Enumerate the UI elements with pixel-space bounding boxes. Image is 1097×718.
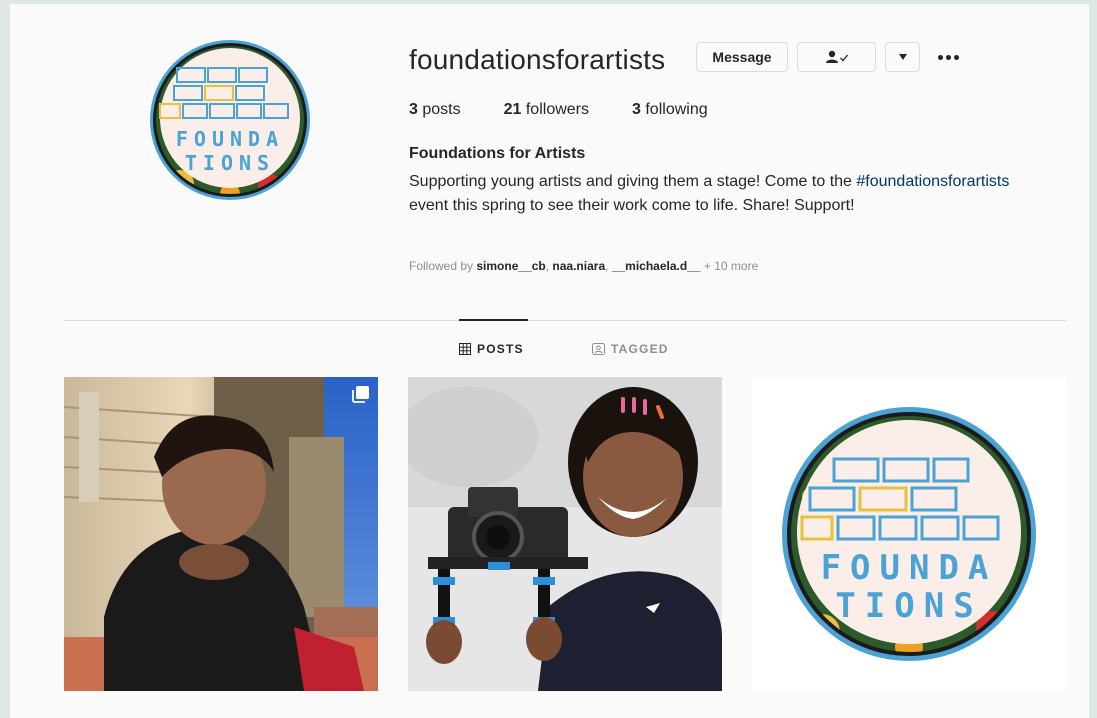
multiple-photos-icon xyxy=(352,386,369,403)
message-button[interactable]: Message xyxy=(696,42,788,72)
post-2-photo xyxy=(408,377,722,691)
followed-by-prefix: Followed by xyxy=(409,259,477,273)
following-stat[interactable]: 3 following xyxy=(632,101,708,119)
profile-full-name: Foundations for Artists xyxy=(409,145,586,162)
profile-stats: 3 posts 21 followers 3 following xyxy=(409,101,751,119)
post-3-logo-line2: TIONS xyxy=(835,586,982,626)
post-1-photo xyxy=(64,377,378,691)
post-thumbnail-3[interactable]: FOUNDA TIONS xyxy=(752,377,1066,691)
avatar-logo-line2: TIONS xyxy=(185,151,275,175)
profile-username: foundationsforartists xyxy=(409,44,666,75)
tab-posts-label: POSTS xyxy=(477,342,524,356)
bio-text-1: Supporting young artists and giving them… xyxy=(409,173,857,190)
more-options-icon[interactable] xyxy=(933,46,963,68)
profile-avatar[interactable]: FOUNDA TIONS xyxy=(140,34,322,206)
post-3-logo-image: FOUNDA TIONS xyxy=(782,407,1036,661)
followed-by-user[interactable]: __michaela.d__ xyxy=(612,259,701,273)
following-button[interactable] xyxy=(797,42,876,72)
tab-tagged-label: TAGGED xyxy=(611,342,669,356)
suggestions-dropdown-button[interactable] xyxy=(885,42,920,72)
tab-posts[interactable]: POSTS xyxy=(459,342,524,356)
bio-text-2: event this spring to see their work come… xyxy=(409,197,855,214)
post-3-logo-line1: FOUNDA xyxy=(821,548,998,588)
followers-stat[interactable]: 21 followers xyxy=(504,101,589,119)
followers-count: 21 xyxy=(503,101,522,118)
avatar-logo-line1: FOUNDA xyxy=(176,127,284,151)
followed-by-more: + 10 more xyxy=(703,259,759,273)
grid-icon xyxy=(459,343,471,355)
followed-by-user[interactable]: naa.niara xyxy=(552,259,605,273)
posts-count: 3 xyxy=(409,101,418,118)
following-person-check-icon xyxy=(825,50,848,63)
followed-by[interactable]: Followed by simone__cb, naa.niara, __mic… xyxy=(409,259,758,273)
followed-by-user[interactable]: simone__cb xyxy=(476,259,545,273)
profile-page: FOUNDA TIONS foundationsforartists Messa… xyxy=(10,4,1089,718)
following-label: following xyxy=(645,101,708,118)
profile-bio: Supporting young artists and giving them… xyxy=(409,170,1019,218)
tagged-icon xyxy=(592,343,605,355)
followers-label: followers xyxy=(525,101,589,118)
following-count: 3 xyxy=(632,101,641,118)
active-tab-indicator xyxy=(459,319,528,321)
posts-stat: 3 posts xyxy=(409,101,461,119)
tabs-divider xyxy=(64,320,1066,321)
posts-label: posts xyxy=(422,101,461,118)
post-thumbnail-2[interactable] xyxy=(408,377,722,691)
bio-hashtag-link[interactable]: #foundationsforartists xyxy=(856,173,1009,190)
caret-down-icon xyxy=(898,54,907,60)
tab-tagged[interactable]: TAGGED xyxy=(592,342,669,356)
post-thumbnail-1[interactable] xyxy=(64,377,378,691)
